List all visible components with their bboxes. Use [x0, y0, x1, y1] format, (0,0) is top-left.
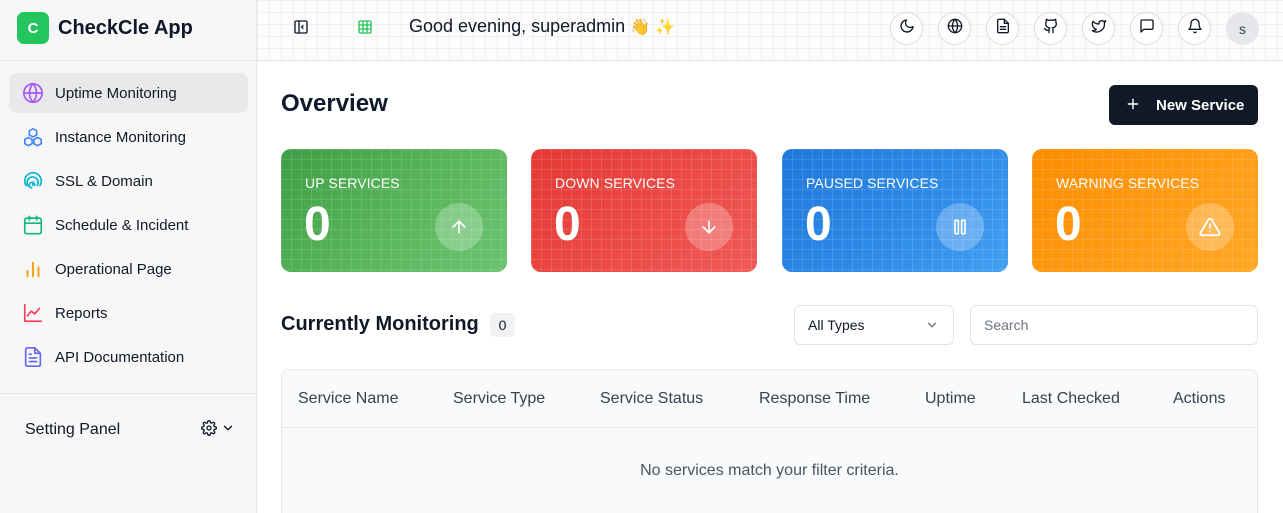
github-icon [1043, 18, 1059, 39]
sidebar-item-ssl-domain[interactable]: SSL & Domain [9, 161, 248, 201]
stat-card-value: 0 [554, 198, 581, 251]
stat-card-title: DOWN SERVICES [555, 175, 676, 191]
avatar[interactable]: s [1226, 12, 1259, 45]
calendar-icon [22, 214, 44, 236]
twitter-icon [1091, 18, 1107, 39]
bell-icon [1187, 18, 1203, 39]
pause-icon [936, 203, 984, 251]
column-header-service-type[interactable]: Service Type [453, 390, 545, 408]
stat-card-title: WARNING SERVICES [1056, 175, 1200, 191]
column-header-uptime[interactable]: Uptime [925, 390, 976, 408]
language-button[interactable] [938, 12, 971, 45]
divider [0, 60, 256, 61]
fingerprint-icon [22, 170, 44, 192]
globe-icon [22, 82, 44, 104]
sidebar-item-operational-page[interactable]: Operational Page [9, 249, 248, 289]
stat-card-warning[interactable]: WARNING SERVICES 0 [1032, 149, 1258, 272]
sidebar: C CheckCle App Uptime Monitoring Instanc… [0, 0, 257, 513]
app-name: CheckCle App [58, 16, 193, 39]
type-filter-select[interactable]: All Types [794, 305, 954, 345]
column-header-response-time[interactable]: Response Time [759, 390, 870, 408]
stat-card-paused[interactable]: PAUSED SERVICES 0 [782, 149, 1008, 272]
arrow-down-icon [685, 203, 733, 251]
sidebar-toggle-button[interactable] [286, 14, 316, 44]
empty-state-message: No services match your filter criteria. [640, 462, 899, 479]
sidebar-item-label: Reports [55, 304, 108, 322]
file-text-icon [995, 18, 1011, 39]
new-service-label: New Service [1156, 96, 1245, 114]
warning-triangle-icon [1186, 203, 1234, 251]
stat-card-title: UP SERVICES [305, 175, 400, 191]
settings-panel-toggle[interactable]: Setting Panel [25, 418, 235, 442]
arrow-up-icon [435, 203, 483, 251]
top-header: Good evening, superadmin 👋 ✨ s [257, 0, 1283, 61]
sidebar-item-schedule-incident[interactable]: Schedule & Incident [9, 205, 248, 245]
app-logo: C [17, 12, 49, 44]
moon-icon [899, 18, 915, 39]
globe-icon [947, 18, 963, 39]
monitoring-count-badge: 0 [490, 313, 515, 337]
page-title: Overview [281, 90, 388, 117]
stat-card-title: PAUSED SERVICES [806, 175, 939, 191]
column-header-last-checked[interactable]: Last Checked [1022, 390, 1120, 408]
github-button[interactable] [1034, 12, 1067, 45]
type-filter-value: All Types [808, 317, 865, 333]
app-root: C CheckCle App Uptime Monitoring Instanc… [0, 0, 1283, 513]
theme-toggle-button[interactable] [890, 12, 923, 45]
docs-button[interactable] [986, 12, 1019, 45]
sidebar-item-label: API Documentation [55, 348, 185, 366]
greeting-emojis: 👋 ✨ [630, 17, 676, 36]
twitter-button[interactable] [1082, 12, 1115, 45]
bar-chart-icon [22, 258, 44, 280]
chevron-down-icon [925, 318, 939, 332]
new-service-button[interactable]: New Service [1109, 85, 1258, 125]
brand[interactable]: C CheckCle App [17, 12, 193, 44]
boxes-icon [22, 126, 44, 148]
stat-card-up[interactable]: UP SERVICES 0 [281, 149, 507, 272]
document-icon [22, 346, 44, 368]
stat-card-value: 0 [304, 198, 331, 251]
section-title: Currently Monitoring [281, 313, 479, 335]
sidebar-item-api-documentation[interactable]: API Documentation [9, 337, 248, 377]
chevron-down-icon [221, 421, 235, 440]
plus-icon [1126, 95, 1140, 115]
gear-icon [201, 419, 217, 441]
stat-card-value: 0 [805, 198, 832, 251]
column-header-actions: Actions [1173, 390, 1226, 407]
panel-left-icon [293, 19, 309, 40]
sidebar-item-label: Uptime Monitoring [55, 84, 177, 102]
greeting: Good evening, superadmin 👋 ✨ [409, 16, 675, 37]
sidebar-item-instance-monitoring[interactable]: Instance Monitoring [9, 117, 248, 157]
sidebar-item-reports[interactable]: Reports [9, 293, 248, 333]
divider [0, 393, 256, 394]
line-chart-icon [22, 302, 44, 324]
sidebar-item-label: Instance Monitoring [55, 128, 186, 146]
sidebar-item-label: Operational Page [55, 260, 172, 278]
sidebar-item-uptime-monitoring[interactable]: Uptime Monitoring [9, 73, 248, 113]
grid-toggle-button[interactable] [350, 14, 380, 44]
settings-icons [201, 419, 235, 441]
settings-panel-label: Setting Panel [25, 421, 121, 438]
feedback-button[interactable] [1130, 12, 1163, 45]
grid-icon [357, 19, 373, 40]
column-header-service-name[interactable]: Service Name [298, 390, 398, 408]
stat-card-value: 0 [1055, 198, 1082, 251]
notifications-button[interactable] [1178, 12, 1211, 45]
column-header-service-status[interactable]: Service Status [600, 390, 703, 408]
table-header: Service Name Service Type Service Status… [282, 370, 1257, 428]
sidebar-item-label: Schedule & Incident [55, 216, 189, 234]
sidebar-item-label: SSL & Domain [55, 172, 153, 190]
message-icon [1139, 18, 1155, 39]
sidebar-nav: Uptime Monitoring Instance Monitoring SS… [9, 73, 248, 381]
services-table: Service Name Service Type Service Status… [281, 369, 1258, 513]
greeting-text: Good evening, superadmin [409, 16, 626, 36]
stat-card-down[interactable]: DOWN SERVICES 0 [531, 149, 757, 272]
search-input[interactable] [970, 305, 1258, 345]
